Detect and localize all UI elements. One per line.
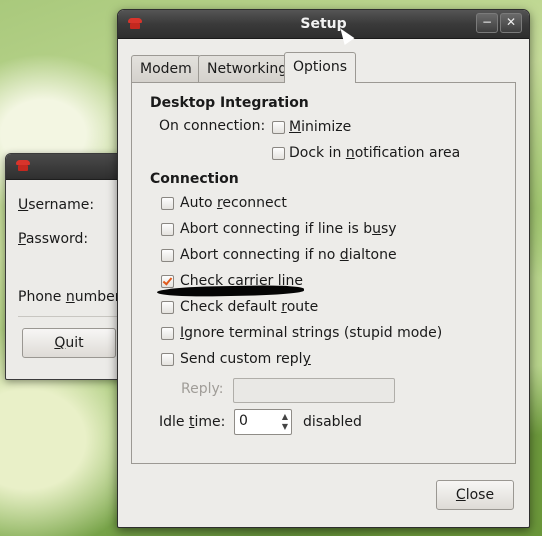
idle-time-spinner[interactable]: 0 ▲ ▼	[234, 409, 292, 435]
setup-titlebar[interactable]: Setup − ✕	[118, 10, 529, 39]
idle-time-label: Idle time:	[159, 414, 226, 430]
check-default-route-label[interactable]: Check default route	[180, 299, 318, 315]
abort-busy-label[interactable]: Abort connecting if line is busy	[180, 221, 397, 237]
auto-reconnect-checkbox[interactable]	[161, 197, 174, 210]
password-label: Password:	[18, 231, 89, 247]
auto-reconnect-label[interactable]: Auto reconnect	[180, 195, 287, 211]
quit-button[interactable]: Quit	[22, 328, 116, 358]
idle-time-value: 0	[239, 413, 248, 429]
dialog-title: Setup	[300, 16, 347, 32]
connection-heading: Connection	[150, 171, 239, 187]
send-custom-reply-label[interactable]: Send custom reply	[180, 351, 311, 367]
spin-up-icon[interactable]: ▲	[282, 412, 288, 421]
ignore-terminal-label[interactable]: Ignore terminal strings (stupid mode)	[180, 325, 442, 341]
abort-dialtone-checkbox[interactable]	[161, 249, 174, 262]
on-connection-label: On connection:	[159, 118, 266, 134]
tab-options[interactable]: Options	[284, 52, 357, 83]
username-label: Username:	[18, 197, 95, 213]
reply-label: Reply:	[181, 381, 224, 397]
reply-input[interactable]	[233, 378, 395, 403]
close-button[interactable]: Close	[436, 480, 514, 510]
tab-modem[interactable]: Modem	[131, 55, 201, 82]
check-carrier-checkbox[interactable]	[161, 275, 174, 288]
ignore-terminal-checkbox[interactable]	[161, 327, 174, 340]
setup-dialog: Setup − ✕ Modem Networking Options Deskt…	[117, 9, 530, 528]
minimize-checkbox[interactable]	[272, 121, 285, 134]
phone-number-label: Phone number:	[18, 289, 125, 305]
desktop-integration-heading: Desktop Integration	[150, 95, 309, 111]
minimize-window-icon[interactable]: −	[476, 13, 498, 33]
close-window-icon[interactable]: ✕	[500, 13, 522, 33]
dock-checkbox[interactable]	[272, 147, 285, 160]
spin-down-icon[interactable]: ▼	[282, 422, 288, 431]
phone-icon	[16, 160, 30, 172]
send-custom-reply-checkbox[interactable]	[161, 353, 174, 366]
minimize-label[interactable]: Minimize	[289, 119, 351, 135]
idle-disabled-label: disabled	[303, 414, 362, 430]
dock-label[interactable]: Dock in notification area	[289, 145, 460, 161]
abort-dialtone-label[interactable]: Abort connecting if no dialtone	[180, 247, 397, 263]
check-default-route-checkbox[interactable]	[161, 301, 174, 314]
abort-busy-checkbox[interactable]	[161, 223, 174, 236]
tab-networking[interactable]: Networking	[198, 55, 297, 82]
